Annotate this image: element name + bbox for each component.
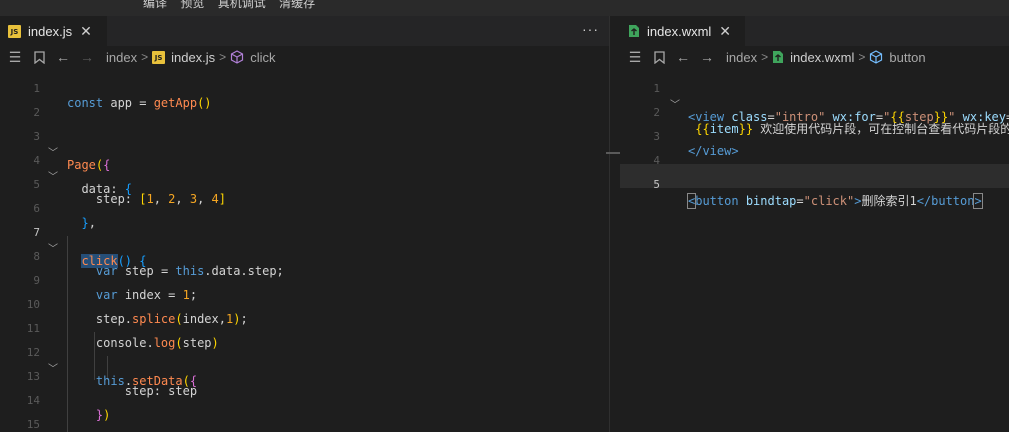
js-file-icon: JS: [152, 50, 166, 64]
wxml-file-icon: [629, 25, 639, 37]
element-cube-icon: [870, 50, 883, 64]
code-line: 13 step: step: [0, 356, 609, 398]
tab-index-wxml[interactable]: index.wxml ✕: [620, 16, 745, 46]
forward-arrow-icon[interactable]: →: [78, 48, 96, 66]
bookmark-icon[interactable]: [30, 48, 48, 66]
code-line: 2: [0, 92, 609, 119]
method-cube-icon: [231, 50, 244, 64]
code-editor-index-wxml[interactable]: 1 ﹀ <view class="intro" wx:for="{{step}}…: [620, 68, 1009, 432]
right-breadcrumb-bar: ☰ ← → index > index.wxml > button: [620, 46, 1009, 68]
code-line: 9 var index = 1;: [0, 260, 609, 302]
right-tabbar: index.wxml ✕: [620, 16, 1009, 46]
code-line: 8 var step = this.data.step;: [0, 236, 609, 278]
breadcrumb-symbol[interactable]: button: [889, 50, 925, 65]
bookmark-icon[interactable]: [650, 48, 668, 66]
code-line: 5 step: [1, 2, 3, 4]: [0, 164, 609, 206]
close-icon[interactable]: ✕: [80, 23, 92, 40]
code-line: 3 </view>: [620, 116, 1009, 158]
code-line: 2 {{item}} 欢迎使用代码片段，可在控制台查看代码片段的说明和文档: [620, 92, 1009, 136]
editor-splitter[interactable]: [606, 16, 620, 432]
code-line: 6 },: [0, 188, 609, 230]
line-number: 15: [26, 418, 40, 431]
breadcrumb-file[interactable]: index.js: [171, 50, 215, 65]
chevron-right-icon: >: [219, 50, 227, 64]
code-editor-index-js[interactable]: 1 const app = getApp() 2 3 ﹀ Page({ 4 ﹀ …: [0, 68, 609, 432]
breadcrumb: index > index.wxml > button: [726, 50, 926, 65]
code-line: 7 ﹀ click() {: [0, 212, 609, 268]
tab-label: index.wxml: [647, 23, 712, 39]
left-editor-group: JS index.js ✕ ··· ☰ ← → index > JS index…: [0, 16, 609, 432]
left-tabbar: JS index.js ✕ ···: [0, 16, 609, 46]
line-number: 5: [653, 178, 660, 191]
code-line: 12 ﹀ this.setData({: [0, 332, 609, 388]
chevron-right-icon: >: [761, 50, 769, 64]
code-line: 4: [620, 140, 1009, 167]
menu-compile[interactable]: 编译: [143, 0, 167, 10]
code-line: 1 const app = getApp(): [0, 68, 609, 110]
code-line: 3 ﹀ Page({: [0, 116, 609, 172]
back-arrow-icon[interactable]: ←: [674, 48, 692, 66]
outline-list-icon[interactable]: ☰: [626, 48, 644, 66]
breadcrumb-folder[interactable]: index: [726, 50, 757, 65]
code-line: 4 ﹀ data: {: [0, 140, 609, 196]
code-line: 15 },: [0, 404, 609, 431]
code-line: 11 console.log(step): [0, 308, 609, 350]
code-line-current: 5 <button bindtap="click">删除索引1</button>: [620, 164, 1009, 209]
back-arrow-icon[interactable]: ←: [54, 48, 72, 66]
tab-index-js[interactable]: JS index.js ✕: [0, 16, 107, 46]
forward-arrow-icon[interactable]: →: [698, 48, 716, 66]
tab-label: index.js: [28, 23, 73, 39]
breadcrumb-file[interactable]: index.wxml: [790, 50, 854, 65]
outline-list-icon[interactable]: ☰: [6, 48, 24, 66]
right-editor-group: index.wxml ✕ ☰ ← → index > index.wxml > …: [620, 16, 1009, 432]
breadcrumb: index > JS index.js > click: [106, 50, 275, 65]
close-icon[interactable]: ✕: [719, 23, 731, 40]
breadcrumb-folder[interactable]: index: [106, 50, 137, 65]
scroll-marker: [606, 152, 620, 154]
left-breadcrumb-bar: ☰ ← → index > JS index.js > click: [0, 46, 609, 68]
code-line: 1 ﹀ <view class="intro" wx:for="{{step}}…: [620, 68, 1009, 124]
wxml-file-icon: [773, 51, 784, 63]
menu-clear-cache[interactable]: 清缓存: [279, 0, 315, 10]
js-file-icon: JS: [8, 24, 21, 38]
chevron-right-icon: >: [141, 50, 149, 64]
menu-preview[interactable]: 预览: [180, 0, 204, 10]
code-line: 10 step.splice(index,1);: [0, 284, 609, 326]
code-line: 14 }): [0, 380, 609, 422]
breadcrumb-symbol[interactable]: click: [250, 50, 275, 65]
top-menu: 编译 预览 真机调试 清缓存: [0, 0, 1009, 16]
more-actions-icon[interactable]: ···: [582, 21, 599, 37]
chevron-right-icon: >: [858, 50, 866, 64]
menu-remote-debug[interactable]: 真机调试: [218, 0, 266, 10]
